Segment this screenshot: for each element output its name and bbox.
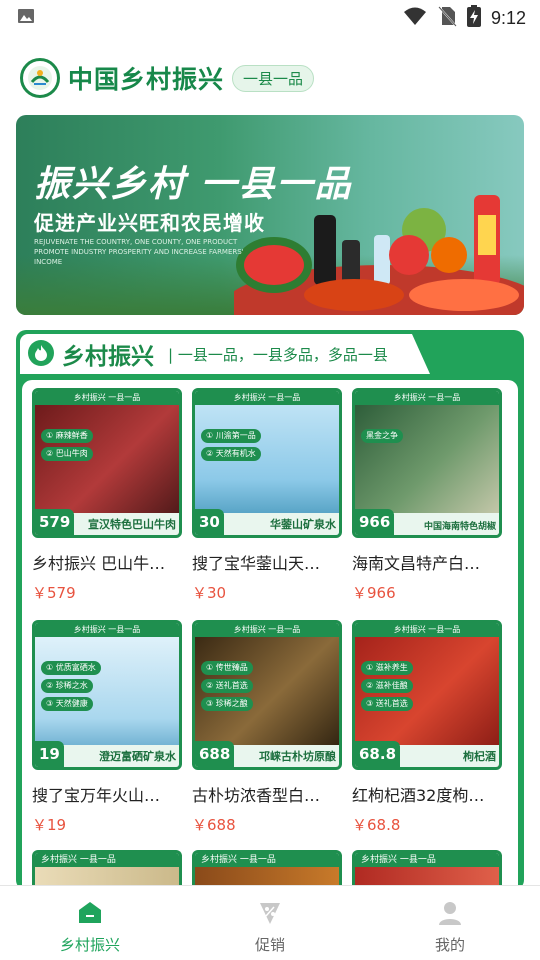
product-image: 乡村振兴 一县一品 黑金之争 966 中国海南特色胡椒 — [352, 388, 502, 538]
product-price: ￥966 — [352, 584, 396, 602]
product-card[interactable]: 乡村振兴 一县一品 ① 麻辣鲜香 ② 巴山牛肉 579 宣汉特色巴山牛肉 乡村振… — [32, 388, 182, 603]
app-title: 中国乡村振兴 — [68, 65, 225, 94]
rural-revitalization-section: 乡村振兴 | 一县一品，一县多品，多品一县 乡村振兴 一县一品 ① 麻辣鲜香 ②… — [16, 330, 524, 890]
flame-icon — [28, 340, 54, 366]
product-card[interactable]: 乡村振兴 一县一品 — [32, 850, 182, 890]
section-subtitle: | 一县一品，一县多品，多品一县 — [168, 346, 388, 364]
product-name: 古朴坊浓香型白… — [192, 786, 321, 805]
tab-rural-revitalization[interactable]: 乡村振兴 — [0, 886, 180, 960]
banner-title: 振兴乡村 一县一品 — [34, 164, 353, 205]
product-card[interactable]: 乡村振兴 一县一品 ① 滋补养生 ② 滋补佳酿 ③ 送礼首选 68.8 枸杞酒 … — [352, 620, 502, 835]
wifi-icon — [403, 6, 427, 30]
product-name: 乡村振兴 巴山牛… — [32, 554, 166, 573]
image-notification-icon — [16, 6, 36, 30]
product-price: ￥19 — [32, 816, 67, 834]
product-image: 乡村振兴 一县一品 ① 传世臻品 ② 送礼首选 ③ 珍稀之酿 688 邛崃古朴坊… — [192, 620, 342, 770]
product-card[interactable]: 乡村振兴 一县一品 ① 优质富硒水 ② 珍稀之水 ③ 天然健康 19 澄迈富硒矿… — [32, 620, 182, 835]
user-icon — [437, 900, 463, 926]
banner-produce-image — [234, 195, 524, 315]
product-image: 乡村振兴 一县一品 ① 滋补养生 ② 滋补佳酿 ③ 送礼首选 68.8 枸杞酒 — [352, 620, 502, 770]
product-grid: 乡村振兴 一县一品 ① 麻辣鲜香 ② 巴山牛肉 579 宣汉特色巴山牛肉 乡村振… — [22, 380, 518, 890]
banner-english-text: REJUVENATE THE COUNTRY, ONE COUNTY, ONE … — [34, 238, 244, 266]
product-card[interactable]: 乡村振兴 一县一品 ① 川渝第一品 ② 天然有机水 30 华蓥山矿泉水 搜了宝华… — [192, 388, 342, 603]
product-image: 乡村振兴 一县一品 ① 优质富硒水 ② 珍稀之水 ③ 天然健康 19 澄迈富硒矿… — [32, 620, 182, 770]
tab-mine[interactable]: 我的 — [360, 886, 540, 960]
bottom-tab-bar: 乡村振兴 促销 我的 — [0, 885, 540, 960]
home-icon — [77, 900, 103, 926]
product-image: 乡村振兴 一县一品 ① 川渝第一品 ② 天然有机水 30 华蓥山矿泉水 — [192, 388, 342, 538]
product-name: 搜了宝华蓥山天… — [192, 554, 321, 573]
product-price: ￥68.8 — [352, 816, 401, 834]
product-card[interactable]: 乡村振兴 一县一品 ① 传世臻品 ② 送礼首选 ③ 珍稀之酿 688 邛崃古朴坊… — [192, 620, 342, 835]
section-header: 乡村振兴 | 一县一品，一县多品，多品一县 — [16, 330, 524, 376]
app-header: 中国乡村振兴 一县一品 — [20, 56, 315, 100]
product-name: 红枸杞酒32度枸… — [352, 786, 485, 805]
status-bar: 9:12 — [0, 0, 540, 36]
battery-charging-icon — [466, 5, 481, 31]
product-price: ￥30 — [192, 584, 227, 602]
product-card[interactable]: 乡村振兴 一县一品 — [352, 850, 502, 890]
section-title: 乡村振兴 — [62, 344, 154, 370]
product-price: ￥579 — [32, 584, 76, 602]
banner-subtitle: 促进产业兴旺和农民增收 — [34, 211, 265, 235]
status-time: 9:12 — [490, 7, 526, 28]
tab-label: 乡村振兴 — [59, 936, 120, 954]
product-card[interactable]: 乡村振兴 一县一品 黑金之争 966 中国海南特色胡椒 海南文昌特产白… ￥96… — [352, 388, 502, 603]
tab-label: 促销 — [254, 936, 285, 954]
product-image: 乡村振兴 一县一品 ① 麻辣鲜香 ② 巴山牛肉 579 宣汉特色巴山牛肉 — [32, 388, 182, 538]
tab-promotion[interactable]: 促销 — [180, 886, 360, 960]
promo-banner[interactable]: 振兴乡村 一县一品 促进产业兴旺和农民增收 REJUVENATE THE COU… — [16, 115, 524, 315]
rural-revitalization-logo — [20, 58, 60, 98]
header-tag: 一县一品 — [232, 64, 315, 92]
tab-label: 我的 — [434, 936, 465, 954]
no-sim-icon — [437, 5, 457, 31]
product-price: ￥688 — [192, 816, 236, 834]
product-name: 搜了宝万年火山… — [32, 786, 161, 805]
product-card[interactable]: 乡村振兴 一县一品 — [192, 850, 342, 890]
product-name: 海南文昌特产白… — [352, 554, 481, 573]
promotion-icon — [257, 900, 283, 926]
